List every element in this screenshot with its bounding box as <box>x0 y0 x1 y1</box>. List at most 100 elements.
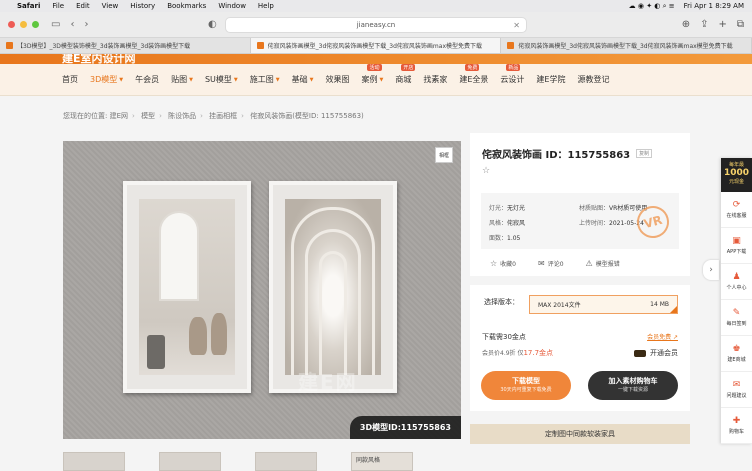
tab-overview-icon[interactable]: ⧉ <box>737 19 744 30</box>
sidebar-item[interactable]: ✚ 购物车 <box>721 408 752 444</box>
breadcrumb-item[interactable]: 模型 <box>141 112 155 120</box>
spec-key: 上传时间： <box>579 220 610 227</box>
menu-clock[interactable]: Fri Apr 1 8:29 AM <box>684 2 744 10</box>
nav-item[interactable]: 施工图 ▼ <box>250 74 280 85</box>
add-to-cart-button[interactable]: 加入素材购物车 一键下载资源 <box>588 371 678 400</box>
browser-tab[interactable]: 【3D模型】_3D模型装饰模型_3d装饰画模型_3d装饰画模型下载 <box>0 38 251 53</box>
favorite-button[interactable]: ☆ 收藏0 <box>490 259 516 268</box>
sidebar-label: 购物车 <box>728 429 744 435</box>
site-header: 建E室内设计网 <box>0 54 752 64</box>
zoom-window-button[interactable] <box>32 21 39 28</box>
product-main-image[interactable]: 相框 建E网 3D模型ID:115755863 <box>63 141 461 439</box>
share-icon[interactable]: ⇪ <box>700 19 708 30</box>
sidebar-label: 建E商城 <box>727 357 746 363</box>
main-nav: 首页 3D模型 ▼ 午会员 贴图 ▼ SU模型 ▼ 施工图 ▼ 基础 ▼ 效果图 案例 ▼ 活动 商城 开店 找素家… <box>0 64 752 96</box>
tab-title: 侘寂风装饰画模型_3d侘寂风装饰画模型下载_3d侘寂风装饰画max模型免费下载 <box>267 43 482 50</box>
nav-item[interactable]: 基础 ▼ <box>292 74 314 85</box>
custom-furniture-button[interactable]: 定制图中同款软装家具 <box>470 424 690 444</box>
tab-title: 侘寂风装饰画模型_3d侘寂风装饰画模型下载_3d侘寂风装饰画max模型免费下载 <box>518 43 733 50</box>
sidebar-item[interactable]: ✉ 问题建议 <box>721 372 752 408</box>
thumbnail[interactable] <box>159 452 221 471</box>
open-vip-link[interactable]: 开通会员 <box>634 348 678 358</box>
downloads-icon[interactable]: ⊕ <box>682 19 690 30</box>
member-free-link[interactable]: 会员免费 ↗ <box>647 332 678 341</box>
archway-shape <box>319 251 347 375</box>
sidebar-icon: ♟ <box>732 272 741 282</box>
nav-item-label: 效果图 <box>325 75 350 84</box>
comment-button[interactable]: ✉ 评论0 <box>538 259 564 268</box>
menu-file[interactable]: File <box>52 2 64 10</box>
address-bar[interactable]: jianeasy.cn ✕ <box>225 17 527 33</box>
copy-id-button[interactable]: 复制 <box>636 149 653 158</box>
browser-tab-active[interactable]: 侘寂风装饰画模型_3d侘寂风装饰画模型下载_3d侘寂风装饰画max模型免费下载 <box>250 38 502 53</box>
vase-shape <box>189 317 207 355</box>
vase-shape <box>211 313 227 355</box>
menu-view[interactable]: View <box>102 2 119 10</box>
nav-item[interactable]: 商城 开店 <box>395 64 416 85</box>
sidebar-icon: ♚ <box>732 344 741 354</box>
comment-icon: ✉ <box>538 259 545 268</box>
nav-item[interactable]: 效果图 <box>325 74 349 85</box>
report-error-button[interactable]: ⚠ 模型报错 <box>586 259 620 268</box>
nav-item-label: SU模型 <box>204 75 232 84</box>
nav-item[interactable]: 云设计 新品 <box>500 64 524 85</box>
nav-item[interactable]: 建E学院 <box>536 74 565 85</box>
new-tab-icon[interactable]: + <box>718 19 726 30</box>
breadcrumb-item[interactable]: 陈设饰品 <box>168 112 196 120</box>
nav-item[interactable]: 找素家 <box>423 74 447 85</box>
site-logo[interactable]: 建E室内设计网 <box>62 54 136 64</box>
thumbnail[interactable] <box>255 452 317 471</box>
nav-item-label: 商城 <box>395 75 412 84</box>
sidebar-item[interactable]: ⟳ 在线客服 <box>721 192 752 228</box>
menu-bookmarks[interactable]: Bookmarks <box>167 2 206 10</box>
nav-item[interactable]: 源教登记 <box>577 74 609 85</box>
privacy-shield-icon[interactable]: ◐ <box>208 19 217 30</box>
nav-item[interactable]: 午会员 <box>135 74 159 85</box>
spec-table: 灯光：无灯光 材质贴图：VR材质可使用 风格：侘寂风 上传时间：2021-05-… <box>481 193 679 249</box>
download-model-button[interactable]: 下载模型 30天内可重复下载免费 <box>481 371 571 400</box>
sidebar-item[interactable]: ✎ 每日签到 <box>721 300 752 336</box>
site-favicon-icon <box>256 42 264 49</box>
spec-key: 面数： <box>489 235 508 242</box>
close-window-button[interactable] <box>8 21 15 28</box>
status-icons[interactable]: ☁ ◉ ✦ ◐ ⌕ ≡ <box>629 2 675 11</box>
breadcrumb-item[interactable]: 您现在的位置: 建E网 <box>63 112 128 120</box>
sidebar-label: APP下载 <box>726 249 747 255</box>
sidebar-item[interactable]: ♟ 个人中心 <box>721 264 752 300</box>
nav-item[interactable]: 建E全景 免费 <box>459 64 488 85</box>
nav-item[interactable]: 3D模型 ▼ <box>90 74 123 85</box>
nav-item[interactable]: 首页 <box>62 74 78 85</box>
minimize-window-button[interactable] <box>20 21 27 28</box>
promo-banner[interactable]: 每年最 1000 元现金 <box>721 158 752 192</box>
sidebar-toggle-icon[interactable]: ▭ <box>51 19 60 30</box>
menu-help[interactable]: Help <box>258 2 274 10</box>
nav-item[interactable]: SU模型 ▼ <box>205 74 238 85</box>
sidebar-label: 每日签到 <box>726 321 747 327</box>
menu-edit[interactable]: Edit <box>76 2 90 10</box>
breadcrumb-item[interactable]: 挂画相框 <box>209 112 237 120</box>
menu-app-name[interactable]: Safari <box>17 2 40 10</box>
menu-window[interactable]: Window <box>218 2 246 10</box>
product-title: 侘寂风装饰画 ID：115755863 <box>482 150 631 161</box>
chevron-down-icon: ▼ <box>379 76 384 83</box>
clear-url-icon[interactable]: ✕ <box>513 21 520 30</box>
plant-picture <box>147 335 165 369</box>
version-select[interactable]: MAX 2014文件 14 MB <box>529 295 678 314</box>
sidebar-item[interactable]: ♚ 建E商城 <box>721 336 752 372</box>
model-id-badge: 3D模型ID:115755863 <box>349 416 461 439</box>
browser-tab[interactable]: 侘寂风装饰画模型_3d侘寂风装饰画模型下载_3d侘寂风装饰画max模型免费下载 <box>501 38 752 53</box>
nav-item[interactable]: 案例 ▼ 活动 <box>361 64 384 85</box>
forward-icon[interactable]: › <box>84 19 88 30</box>
menu-history[interactable]: History <box>130 2 155 10</box>
nav-item-label: 贴图 <box>171 75 188 84</box>
back-icon[interactable]: ‹ <box>70 19 74 30</box>
rating-star-icon[interactable]: ☆ <box>482 166 490 176</box>
spec-key: 材质贴图： <box>579 205 610 212</box>
thumbnail[interactable] <box>63 452 125 471</box>
nav-item[interactable]: 贴图 ▼ <box>171 74 193 85</box>
chevron-down-icon: ▼ <box>233 76 238 83</box>
same-style-thumbnail[interactable]: 同款风格 <box>351 452 413 471</box>
next-arrow-icon[interactable]: › <box>703 260 719 280</box>
tab-title: 【3D模型】_3D模型装饰模型_3d装饰画模型_3d装饰画模型下载 <box>17 43 191 50</box>
sidebar-item[interactable]: ▣ APP下载 <box>721 228 752 264</box>
